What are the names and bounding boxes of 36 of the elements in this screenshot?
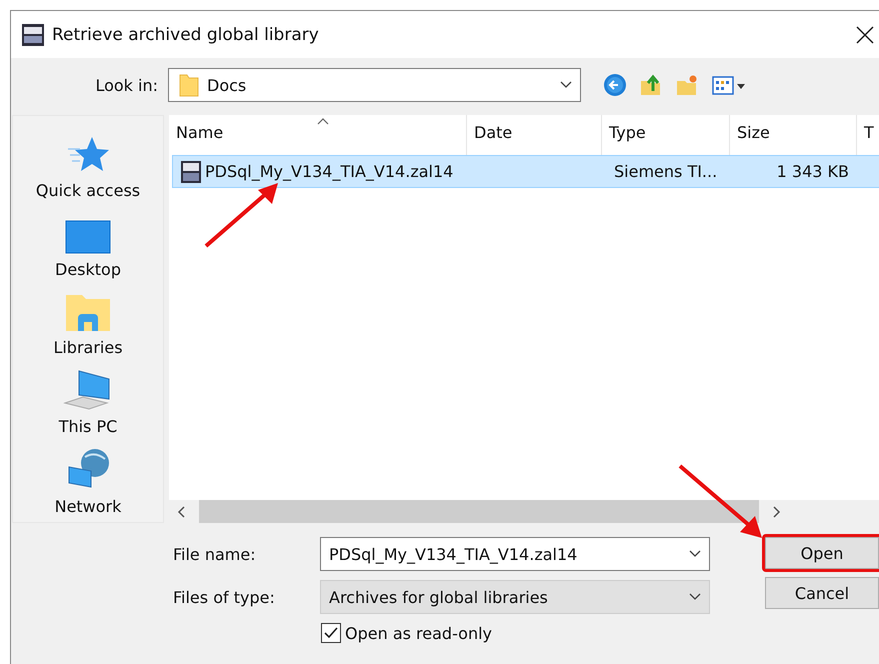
places-item[interactable]: Desktop — [55, 210, 121, 284]
desktop-icon — [64, 220, 111, 254]
horizontal-scrollbar[interactable] — [169, 500, 879, 523]
file-name-label: File name: — [173, 544, 257, 564]
libraries-folder-icon — [64, 294, 111, 332]
look-in-label: Look in: — [94, 76, 159, 94]
table-cell: PDSql_My_V134_TIA_V14.zal14 — [205, 162, 454, 181]
sort-caret-icon — [317, 118, 329, 125]
window-title: Retrieve archived global library — [52, 24, 320, 44]
app-logo-icon — [22, 24, 44, 46]
chevron-down-icon — [689, 550, 701, 558]
table-cell: 1 343 KB — [776, 162, 849, 181]
scroll-left-icon[interactable] — [177, 506, 187, 518]
dialog-button[interactable]: Cancel — [765, 577, 879, 609]
file-name-field[interactable]: PDSql_My_V134_TIA_V14.zal14 — [320, 537, 710, 571]
look-in-dropdown[interactable]: Docs — [168, 68, 581, 102]
archive-file-icon — [181, 160, 201, 182]
file-type-dropdown[interactable]: Archives for global libraries — [320, 580, 710, 614]
checkbox[interactable] — [321, 623, 341, 643]
file-type-label: Files of type: — [173, 588, 276, 606]
folder-icon — [179, 73, 199, 97]
dialog-button[interactable]: Open — [765, 537, 879, 569]
places-item[interactable]: Libraries — [53, 290, 123, 364]
file-row[interactable]: PDSql_My_V134_TIA_V14.zal14 Siemens TI... 1 343 KB — [172, 155, 879, 188]
scroll-right-icon[interactable] — [771, 506, 781, 518]
back-icon[interactable] — [603, 73, 627, 97]
checkbox-label[interactable]: Open as read-only — [345, 624, 492, 642]
places-item[interactable]: Network — [54, 447, 122, 522]
chevron-down-icon — [560, 81, 572, 89]
folder-up-icon[interactable] — [639, 73, 663, 97]
places-item[interactable]: Quick access — [36, 132, 140, 206]
places-item[interactable]: This PC — [58, 368, 118, 442]
chevron-down-icon — [689, 593, 701, 601]
close-icon[interactable] — [856, 26, 874, 44]
scroll-thumb[interactable] — [199, 500, 759, 523]
table-cell: Siemens TI... — [614, 162, 718, 181]
